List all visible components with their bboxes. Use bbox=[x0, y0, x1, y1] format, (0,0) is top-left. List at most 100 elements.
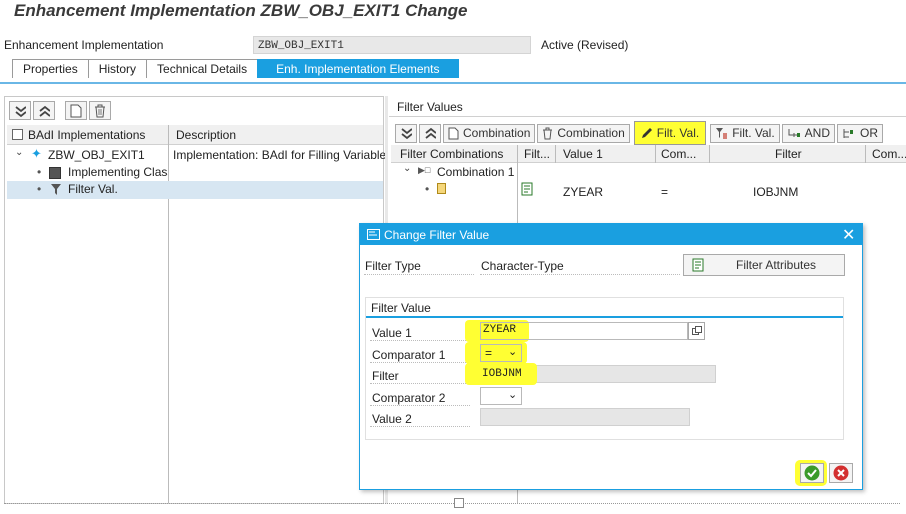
tree-bullet: • bbox=[425, 182, 430, 196]
status-text: Active (Revised) bbox=[541, 38, 629, 52]
or-label: OR bbox=[860, 126, 878, 140]
tree-item-filter-val: Filter Val. bbox=[68, 182, 118, 196]
delete-filter-value-button[interactable]: Filt. Val. bbox=[710, 123, 780, 143]
value-help-icon bbox=[691, 326, 702, 335]
new-button[interactable] bbox=[65, 101, 87, 120]
create-combination-button[interactable]: Combination bbox=[443, 123, 536, 143]
column-separator bbox=[168, 125, 169, 145]
col-filt[interactable]: Filt... bbox=[524, 147, 550, 161]
comparator1-select[interactable]: = ⌄ bbox=[480, 344, 522, 362]
delete-filter-icon bbox=[716, 127, 728, 139]
page-title: Enhancement Implementation ZBW_OBJ_EXIT1… bbox=[14, 1, 468, 20]
tab-properties[interactable]: Properties bbox=[12, 59, 89, 78]
dialog-icon bbox=[367, 229, 380, 240]
bottom-divider bbox=[4, 503, 900, 504]
filter-attributes-label: Filter Attributes bbox=[736, 258, 817, 272]
trash-icon bbox=[95, 104, 105, 117]
column-separator bbox=[517, 145, 518, 163]
col-description[interactable]: Description bbox=[176, 128, 236, 142]
tree-item-impl-description: Implementation: BAdI for Filling Variabl… bbox=[173, 148, 387, 162]
tab-history[interactable]: History bbox=[87, 59, 148, 78]
value2-label: Value 2 bbox=[372, 412, 412, 426]
chevron-down-icon[interactable]: ⌄ bbox=[15, 147, 23, 158]
group-underline bbox=[366, 316, 843, 318]
close-icon[interactable]: ✕ bbox=[842, 225, 855, 245]
tree-bullet: • bbox=[37, 182, 42, 196]
or-button[interactable]: OR bbox=[837, 123, 883, 143]
filter-value-icon bbox=[437, 183, 446, 194]
chevron-down-icon: ⌄ bbox=[508, 389, 518, 401]
col-filter-combinations[interactable]: Filter Combinations bbox=[400, 147, 503, 161]
confirm-button[interactable] bbox=[800, 463, 824, 483]
collapse-all-button[interactable] bbox=[419, 123, 441, 143]
tab-enh-implementation-elements[interactable]: Enh. Implementation Elements bbox=[257, 59, 459, 78]
left-toolbar bbox=[9, 101, 111, 120]
cancel-button[interactable] bbox=[829, 463, 853, 483]
checkmark-icon bbox=[804, 465, 820, 481]
filter-values-header: Filter Values bbox=[389, 96, 906, 116]
tab-underline bbox=[0, 82, 906, 84]
col-filter[interactable]: Filter bbox=[775, 147, 802, 161]
divider bbox=[370, 405, 470, 406]
tree-item-implementing-class: Implementing Class bbox=[68, 165, 168, 179]
col-comparator[interactable]: Com... bbox=[661, 147, 696, 161]
dialog-title: Change Filter Value bbox=[384, 228, 490, 242]
value1-text: ZYEAR bbox=[483, 324, 517, 336]
column-separator bbox=[655, 145, 656, 163]
tree-row[interactable]: • Implementing Class bbox=[7, 164, 168, 182]
filter-attributes-button[interactable]: Filter Attributes bbox=[683, 254, 845, 276]
delete-combination-button[interactable]: Combination bbox=[537, 123, 630, 143]
col-value-1[interactable]: Value 1 bbox=[563, 147, 603, 161]
change-filter-value-button[interactable]: Filt. Val. bbox=[633, 121, 707, 145]
row-value-1: ZYEAR bbox=[563, 185, 604, 199]
right-toolbar: Combination Combination Filt. Val. Filt.… bbox=[395, 121, 883, 145]
filter-label: Filter bbox=[372, 369, 399, 383]
expand-all-button[interactable] bbox=[9, 101, 31, 120]
resize-handle[interactable] bbox=[454, 498, 464, 508]
tree-header-icon bbox=[12, 129, 23, 140]
left-column-header: BAdI Implementations Description bbox=[7, 125, 383, 145]
create-combination-label: Combination bbox=[463, 126, 531, 140]
collapse-all-button[interactable] bbox=[33, 101, 55, 120]
tree-row-selected[interactable]: • Filter Val. bbox=[7, 181, 383, 199]
collapse-all-icon bbox=[39, 105, 50, 117]
table-row[interactable]: • ZYEAR = IOBJNM bbox=[391, 181, 906, 201]
delete-filter-value-label: Filt. Val. bbox=[732, 126, 775, 140]
divider bbox=[389, 116, 906, 117]
expand-all-button[interactable] bbox=[395, 123, 417, 143]
and-label: AND bbox=[804, 126, 830, 140]
and-button[interactable]: AND bbox=[781, 123, 835, 143]
value-help-button[interactable] bbox=[688, 322, 705, 340]
value1-input[interactable]: ZYEAR bbox=[480, 322, 688, 340]
filter-type-label: Filter Type bbox=[365, 259, 421, 273]
divider bbox=[480, 274, 680, 275]
chevron-down-icon: ⌄ bbox=[508, 346, 518, 358]
change-filter-value-label: Filt. Val. bbox=[656, 126, 700, 140]
tree-item-impl: ZBW_OBJ_EXIT1 bbox=[48, 148, 145, 162]
value1-label: Value 1 bbox=[372, 326, 412, 340]
table-row[interactable]: ⌄ ▶□ Combination 1 bbox=[391, 163, 906, 181]
impl-label: Enhancement Implementation bbox=[4, 38, 164, 52]
and-icon bbox=[788, 128, 800, 137]
col-comparator-2[interactable]: Com... bbox=[872, 147, 906, 161]
filter-type-value: Character-Type bbox=[481, 259, 564, 273]
pencil-icon bbox=[641, 128, 652, 138]
delete-button[interactable] bbox=[89, 101, 111, 120]
chevron-down-icon[interactable]: ⌄ bbox=[403, 163, 411, 174]
tree-bullet: • bbox=[37, 165, 42, 179]
tab-technical-details[interactable]: Technical Details bbox=[146, 59, 259, 78]
row-filter: IOBJNM bbox=[753, 185, 799, 199]
value2-input[interactable] bbox=[480, 408, 690, 426]
filter-attributes-icon bbox=[692, 258, 704, 272]
comparator1-value: = bbox=[485, 346, 493, 360]
class-icon bbox=[49, 167, 61, 179]
col-badi-implementations[interactable]: BAdI Implementations bbox=[28, 128, 145, 142]
filter-table-header: Filter Combinations Filt... Value 1 Com.… bbox=[391, 145, 906, 163]
cancel-icon bbox=[833, 465, 849, 481]
tree-row[interactable]: ⌄ ✦ ZBW_OBJ_EXIT1 Implementation: BAdI f… bbox=[7, 146, 387, 165]
divider bbox=[370, 340, 470, 341]
column-separator bbox=[555, 145, 556, 163]
divider bbox=[364, 274, 474, 275]
comparator2-select[interactable]: ⌄ bbox=[480, 387, 522, 405]
toolbar-divider bbox=[57, 101, 63, 120]
